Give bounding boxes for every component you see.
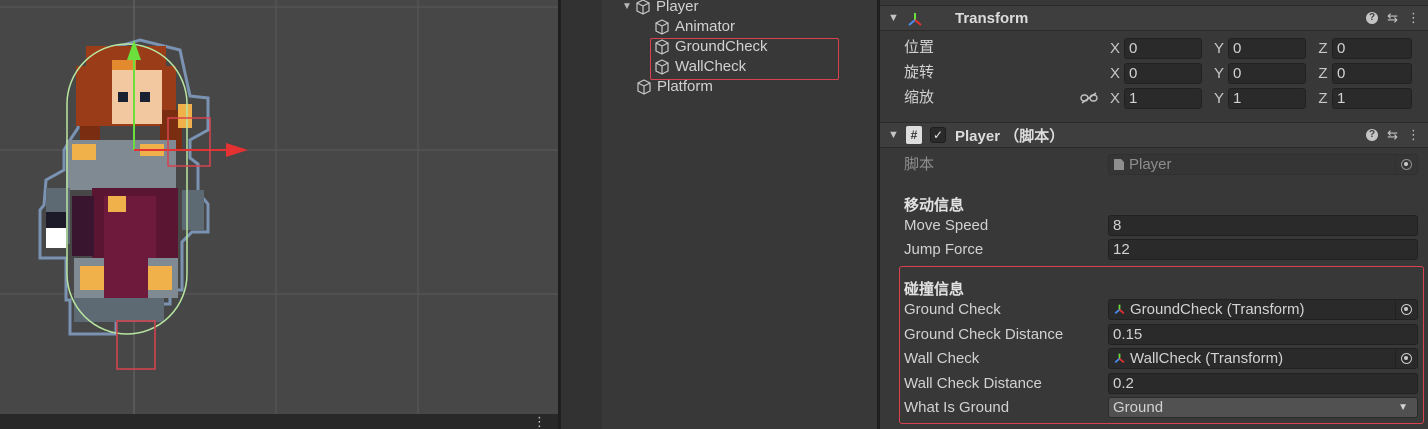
scale-z-input[interactable]: 1 <box>1332 88 1412 109</box>
axis-z-label[interactable]: Z <box>1314 90 1332 107</box>
presets-icon[interactable]: ⇆ <box>1387 127 1398 143</box>
axis-z-label[interactable]: Z <box>1314 40 1332 57</box>
axis-x-label[interactable]: X <box>1106 90 1124 107</box>
rotation-z-input[interactable]: 0 <box>1332 63 1412 84</box>
object-picker-icon <box>1401 159 1412 170</box>
hierarchy-item-player[interactable]: ▼ Player <box>622 0 699 17</box>
inspector-panel: ▼ Transform ? ⇆ ⋮ 位置 X0 Y0 Z0 旋转 X0 Y0 Z… <box>880 0 1428 429</box>
position-z-input[interactable]: 0 <box>1332 38 1412 59</box>
script-icon: # <box>906 126 922 144</box>
what-is-ground-dropdown[interactable]: Ground ▼ <box>1108 397 1418 418</box>
ground-check-value: GroundCheck (Transform) <box>1130 301 1305 318</box>
scale-fields: X1 Y1 Z1 <box>1106 88 1412 109</box>
player-script-header[interactable]: ▼ # ✓ Player （脚本） ? ⇆ ⋮ <box>880 122 1428 148</box>
position-x-input[interactable]: 0 <box>1124 38 1202 59</box>
jump-force-label: Jump Force <box>904 241 984 258</box>
transform-icon <box>908 13 922 26</box>
more-icon[interactable]: ⋮ <box>533 415 546 428</box>
more-icon[interactable]: ⋮ <box>1407 10 1420 26</box>
wall-check-label: Wall Check <box>904 350 980 367</box>
transform-header[interactable]: ▼ Transform ? ⇆ ⋮ <box>880 5 1428 31</box>
gameobject-cube-icon <box>636 0 650 15</box>
move-speed-input[interactable]: 8 <box>1108 215 1418 236</box>
script-field: Player <box>1108 154 1418 175</box>
script-label: 脚本 <box>904 156 935 173</box>
rotation-label: 旋转 <box>904 64 935 81</box>
rotation-y-input[interactable]: 0 <box>1228 63 1306 84</box>
constrain-proportions-icon[interactable] <box>1080 92 1098 104</box>
scene-canvas[interactable] <box>0 0 558 429</box>
what-is-ground-label: What Is Ground <box>904 399 1010 416</box>
object-picker-icon <box>1401 304 1412 315</box>
axis-y-label[interactable]: Y <box>1210 40 1228 57</box>
position-label: 位置 <box>904 39 935 56</box>
object-picker-icon <box>1401 353 1412 364</box>
ground-check-distance-label: Ground Check Distance <box>904 326 1064 343</box>
axis-y-label[interactable]: Y <box>1210 65 1228 82</box>
wall-check-value: WallCheck (Transform) <box>1130 350 1284 367</box>
rotation-fields: X0 Y0 Z0 <box>1106 63 1412 84</box>
what-is-ground-value: Ground <box>1113 399 1164 416</box>
object-picker-button <box>1395 155 1417 174</box>
more-icon[interactable]: ⋮ <box>1407 127 1420 143</box>
script-file-icon <box>1114 159 1124 170</box>
section-collision-title: 碰撞信息 <box>904 281 965 298</box>
help-icon[interactable]: ? <box>1366 12 1379 24</box>
ground-check-field[interactable]: GroundCheck (Transform) <box>1108 299 1418 320</box>
script-value: Player <box>1129 156 1172 173</box>
scene-statusbar: ⋮ <box>0 414 558 429</box>
hierarchy-item-label: Animator <box>675 18 736 35</box>
position-fields: X0 Y0 Z0 <box>1106 38 1412 59</box>
ground-check-distance-input[interactable]: 0.15 <box>1108 324 1418 345</box>
move-speed-label: Move Speed <box>904 217 989 234</box>
section-move-title: 移动信息 <box>904 197 965 214</box>
transform-icon <box>1114 304 1125 314</box>
chevron-down-icon: ▼ <box>1398 402 1408 413</box>
hierarchy-item-animator[interactable]: Animator <box>654 17 735 37</box>
scene-view[interactable]: ⋮ <box>0 0 558 429</box>
axis-x-label[interactable]: X <box>1106 40 1124 57</box>
gameobject-cube-icon <box>655 19 669 35</box>
gameobject-cube-icon <box>637 79 651 95</box>
expand-arrow-icon[interactable]: ▼ <box>622 0 632 17</box>
help-icon[interactable]: ? <box>1366 129 1379 141</box>
object-picker-button[interactable] <box>1395 300 1417 319</box>
axis-z-label[interactable]: Z <box>1314 65 1332 82</box>
component-title: Player （脚本） <box>955 127 1065 145</box>
component-tools: ? ⇆ ⋮ <box>1366 10 1420 26</box>
scale-y-input[interactable]: 1 <box>1228 88 1306 109</box>
fold-arrow-icon[interactable]: ▼ <box>888 12 899 24</box>
wall-check-distance-label: Wall Check Distance <box>904 375 1042 392</box>
hierarchy-highlight-box <box>650 38 839 80</box>
hierarchy-item-platform[interactable]: Platform <box>636 77 713 97</box>
component-tools: ? ⇆ ⋮ <box>1366 127 1420 143</box>
wall-check-field[interactable]: WallCheck (Transform) <box>1108 348 1418 369</box>
hierarchy-item-label: Player <box>656 0 699 15</box>
wall-check-distance-input[interactable]: 0.2 <box>1108 373 1418 394</box>
axis-x-label[interactable]: X <box>1106 65 1124 82</box>
groundcheck-gizmo <box>116 320 156 370</box>
hierarchy-gutter <box>561 0 602 429</box>
jump-force-input[interactable]: 12 <box>1108 239 1418 260</box>
presets-icon[interactable]: ⇆ <box>1387 10 1398 26</box>
axis-y-label[interactable]: Y <box>1210 90 1228 107</box>
scale-label: 缩放 <box>904 89 935 106</box>
x-axis-arrow-icon <box>226 143 248 157</box>
hierarchy-item-label: Platform <box>657 78 713 95</box>
fold-arrow-icon[interactable]: ▼ <box>888 129 899 141</box>
ground-check-label: Ground Check <box>904 301 1001 318</box>
object-picker-button[interactable] <box>1395 349 1417 368</box>
rotation-x-input[interactable]: 0 <box>1124 63 1202 84</box>
scale-x-input[interactable]: 1 <box>1124 88 1202 109</box>
transform-icon <box>1114 353 1125 363</box>
component-title: Transform <box>955 9 1029 27</box>
component-enabled-checkbox[interactable]: ✓ <box>930 127 946 143</box>
position-y-input[interactable]: 0 <box>1228 38 1306 59</box>
